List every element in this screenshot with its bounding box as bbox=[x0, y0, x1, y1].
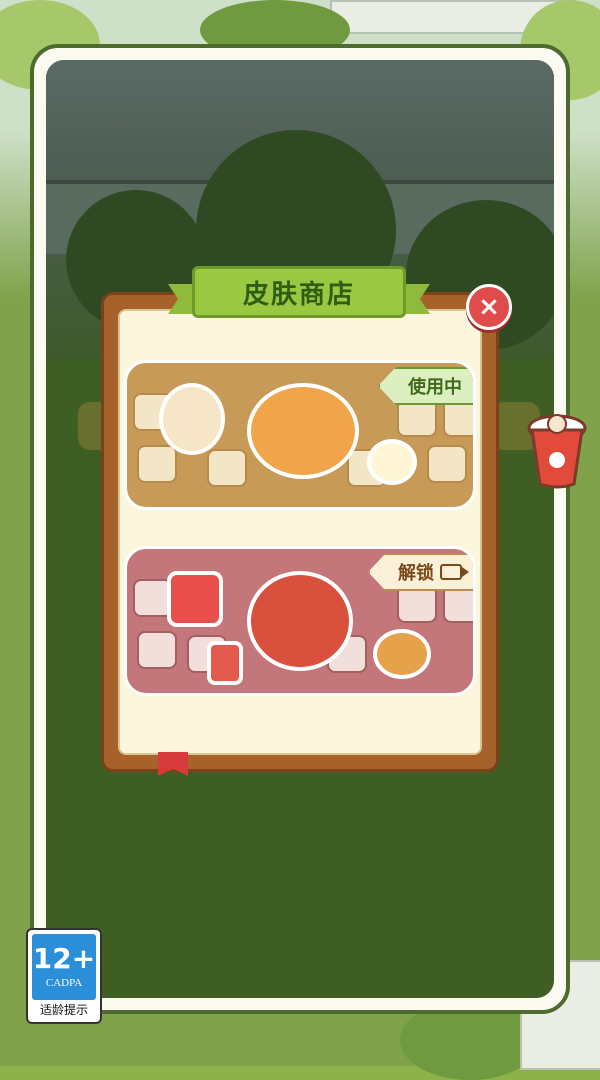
rating-panel: 12+ CADPA bbox=[32, 934, 96, 1000]
modal-title: 皮肤商店 bbox=[242, 279, 355, 310]
unlock-button[interactable]: 解锁 bbox=[368, 553, 473, 591]
skin-card-hamster[interactable]: 使用中 bbox=[124, 360, 476, 510]
watermelon-sticker bbox=[167, 571, 223, 627]
noodle-cup-sticker bbox=[207, 641, 243, 685]
in-use-tag: 使用中 bbox=[378, 367, 473, 405]
close-button[interactable]: × bbox=[466, 284, 512, 330]
age-rating-badge: 12+ CADPA 适龄提示 bbox=[26, 928, 102, 1024]
status-label: 使用中 bbox=[408, 377, 462, 398]
pattern-tile bbox=[427, 445, 467, 483]
drink-cup-icon[interactable] bbox=[526, 410, 588, 490]
pattern-tile bbox=[207, 449, 247, 487]
hamster-bread-sticker bbox=[247, 383, 359, 479]
status-label: 解锁 bbox=[398, 563, 434, 584]
mushroom-sticker bbox=[247, 571, 353, 671]
title-ribbon: 皮肤商店 bbox=[168, 266, 430, 322]
skin-card-mushroom[interactable]: 解锁 bbox=[124, 546, 476, 696]
video-icon bbox=[440, 564, 469, 580]
pattern-tile bbox=[137, 631, 177, 669]
rating-org: CADPA bbox=[45, 977, 83, 989]
rating-tip: 适龄提示 bbox=[39, 1003, 88, 1017]
pattern-tile bbox=[137, 445, 177, 483]
burger-sticker bbox=[373, 629, 431, 679]
chef-cat-sticker bbox=[159, 383, 225, 455]
title-banner: 皮肤商店 bbox=[192, 266, 406, 318]
close-icon: × bbox=[478, 292, 500, 322]
rating-age: 12+ bbox=[32, 942, 96, 975]
fried-egg-sticker bbox=[367, 439, 417, 485]
